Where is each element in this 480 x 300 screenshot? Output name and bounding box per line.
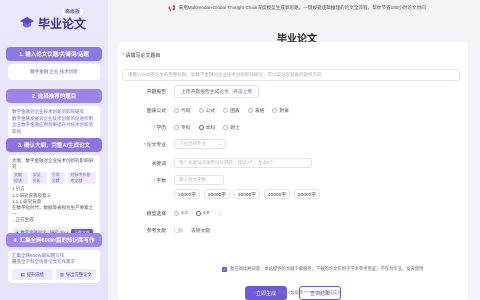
agree-checkbox[interactable]: ✓ <box>222 266 227 272</box>
words-label: *字数 <box>153 178 166 184</box>
topic-label: * 请填写论文题目 <box>122 53 161 59</box>
feature-chip: 文献综述 <box>12 172 28 185</box>
step3-line: ...正在生成 <box>12 217 34 223</box>
model-3-0[interactable]: 3.0 <box>174 210 188 216</box>
option-chart[interactable]: 图表 <box>223 107 240 114</box>
model-label: 模型选择 <box>146 211 166 217</box>
chart-icon: ▤ <box>20 271 25 277</box>
word-option-30000[interactable]: 30000字 <box>234 189 260 199</box>
info-icon: ⓘ <box>217 210 223 217</box>
option-code[interactable]: 代码 <box>174 107 191 114</box>
word-option-10000[interactable]: 10000字 <box>174 189 200 199</box>
chevron-down-icon: ⌄ <box>218 141 222 146</box>
step2-body: 数字金融对企业技术创新的影响研究 数字金融发展对企业技术创新的促进作用 企业数字… <box>8 106 100 138</box>
degree-bachelor[interactable]: 本科 <box>198 124 215 131</box>
outline-label: 开题报告 <box>146 89 166 95</box>
announcement-banner: 📢 采用Multimodal+Global Thought Chain深度模型生… <box>114 0 480 16</box>
feature-chip: 实证分析 <box>30 172 47 185</box>
step2-line: 企业数字金融应用效果提升对技术创新的影响 <box>12 122 93 134</box>
logo: 毕业论文 高级版 <box>0 0 108 34</box>
feature-chips: 文献综述 实证分析 引用文献 对标中外参考文献 <box>12 172 96 185</box>
option-appendix[interactable]: 附录 <box>272 107 289 114</box>
keyword-label: 关键词 <box>151 161 166 167</box>
step1-title: 1. 输入论文议题/关键词/话题 <box>6 47 102 61</box>
step4-title: 4. 汇集全网600W篇的知识库写作 <box>6 233 102 247</box>
banner-text: 采用Multimodal+Global Thought Chain深度模型生成新… <box>178 5 426 10</box>
step2-line: 数字金融对企业技术创新的影响研究 <box>12 109 84 114</box>
topic-input[interactable]: 请输入5-50字论文的完整标题，如数字金融对企业技术创新影响研究，可以说说您准备… <box>122 69 460 81</box>
step4-body: 汇集全网600W篇知网写作 覆盖全学科全场景论文写作需求 ▤ 提升成绩 ▥ 导出… <box>8 250 100 283</box>
logo-text: 毕业论文 高级版 <box>38 7 87 31</box>
reference-label: 参考文献 <box>146 228 166 234</box>
outline-upload[interactable]: 上传开题报告生成论文 点击上传 <box>174 84 260 98</box>
step3-body: 大纲：数字金融对企业技术创新的影响研究 文献综述 实证分析 引用文献 对标中外参… <box>8 155 100 242</box>
step3-line: 在数字化时代，数据等被视为生产要素之一 <box>12 205 93 217</box>
agreement-text: 我已阅读并同意：本站提供的文献下载服务，下载的论文仅用于学术参考借鉴，不作为毕业… <box>230 266 424 271</box>
step2-title: 2. 选择推荐的题目 <box>6 89 102 103</box>
step3-title: 3. 确认大纲，完整AI生成论文 <box>6 138 102 152</box>
feature-chip: 对标中外参考文献 <box>68 172 96 185</box>
document-icon: ▥ <box>59 271 64 277</box>
degree-label: *学历 <box>153 125 166 131</box>
option-table[interactable]: 表格 <box>247 107 264 114</box>
degree-master[interactable]: 硕士 <box>223 124 240 131</box>
export-paper-button[interactable]: ▥ 导出完整论文 <box>55 269 96 280</box>
upload-link[interactable]: 点击上传 <box>233 88 252 95</box>
step3-line: 大纲：数字金融对企业技术创新的影响研究 <box>12 158 93 170</box>
word-option-40000[interactable]: 40000字 <box>264 189 290 199</box>
option-formula[interactable]: 公式 <box>198 107 215 114</box>
megaphone-icon: 📢 <box>168 5 176 12</box>
outline-hint: 上传开题报告生成论文 <box>181 89 229 95</box>
step4-line: 覆盖全学科全场景论文写作需求 <box>12 259 75 264</box>
remove-references-toggle[interactable] <box>174 227 183 233</box>
major-label: *论文专业 <box>143 142 166 148</box>
feature-chip: 引用文献 <box>49 172 66 185</box>
step1-body: 数字金融 企业 技术创新 <box>8 64 100 80</box>
model-4-0[interactable]: 4.0 <box>195 210 209 216</box>
graduation-cap-icon <box>20 17 34 28</box>
word-option-50000[interactable]: 50000字 <box>294 189 320 199</box>
word-option-20000[interactable]: 20000字 <box>204 189 230 199</box>
step3-panel: 3. 确认大纲，完整AI生成论文 大纲：数字金融对企业技术创新的影响研究 文献综… <box>0 138 108 242</box>
words-input[interactable]: 输入具体字数 <box>174 175 224 185</box>
major-select[interactable]: 下拉选择专业 ⌄ <box>174 139 226 149</box>
step2-panel: 2. 选择推荐的题目 数字金融对企业技术创新的影响研究 数字金融发展对企业技术创… <box>0 89 108 138</box>
required-mark: * <box>122 53 124 59</box>
remove-references-label: 去除文献 <box>191 228 211 234</box>
step4-buttons: ▤ 提升成绩 ▥ 导出完整论文 <box>12 269 96 280</box>
main-area: 📢 采用Multimodal+Global Thought Chain深度模型生… <box>114 0 480 300</box>
improve-score-button[interactable]: ▤ 提升成绩 <box>12 269 53 280</box>
step1-panel: 1. 输入论文议题/关键词/话题 数字金融 企业 技术创新 <box>0 47 108 80</box>
formula-label: 图表公式 <box>146 108 166 114</box>
recent-activity-note: 05-23分钟前 论文《数据库**********》生成成功 <box>252 290 342 295</box>
form-card: * 请填写论文题目 请输入5-50字论文的完整标题，如数字金融对企业技术创新影响… <box>118 42 468 300</box>
version-badge: 高级版 <box>62 7 84 15</box>
keyword-input[interactable]: 每个关键词间请用逗号隔开，建议3个，至多8个 <box>174 158 312 168</box>
degree-junior-college[interactable]: 专科 <box>174 124 191 131</box>
sidebar: 毕业论文 高级版 1. 输入论文议题/关键词/话题 数字金融 企业 技术创新 2… <box>0 0 108 300</box>
step4-panel: 4. 汇集全网600W篇的知识库写作 汇集全网600W篇知网写作 覆盖全学科全场… <box>0 233 108 283</box>
agreement-row: ✓ 我已阅读并同意：本站提供的文献下载服务，下载的论文仅用于学术参考借鉴，不作为… <box>222 266 472 272</box>
